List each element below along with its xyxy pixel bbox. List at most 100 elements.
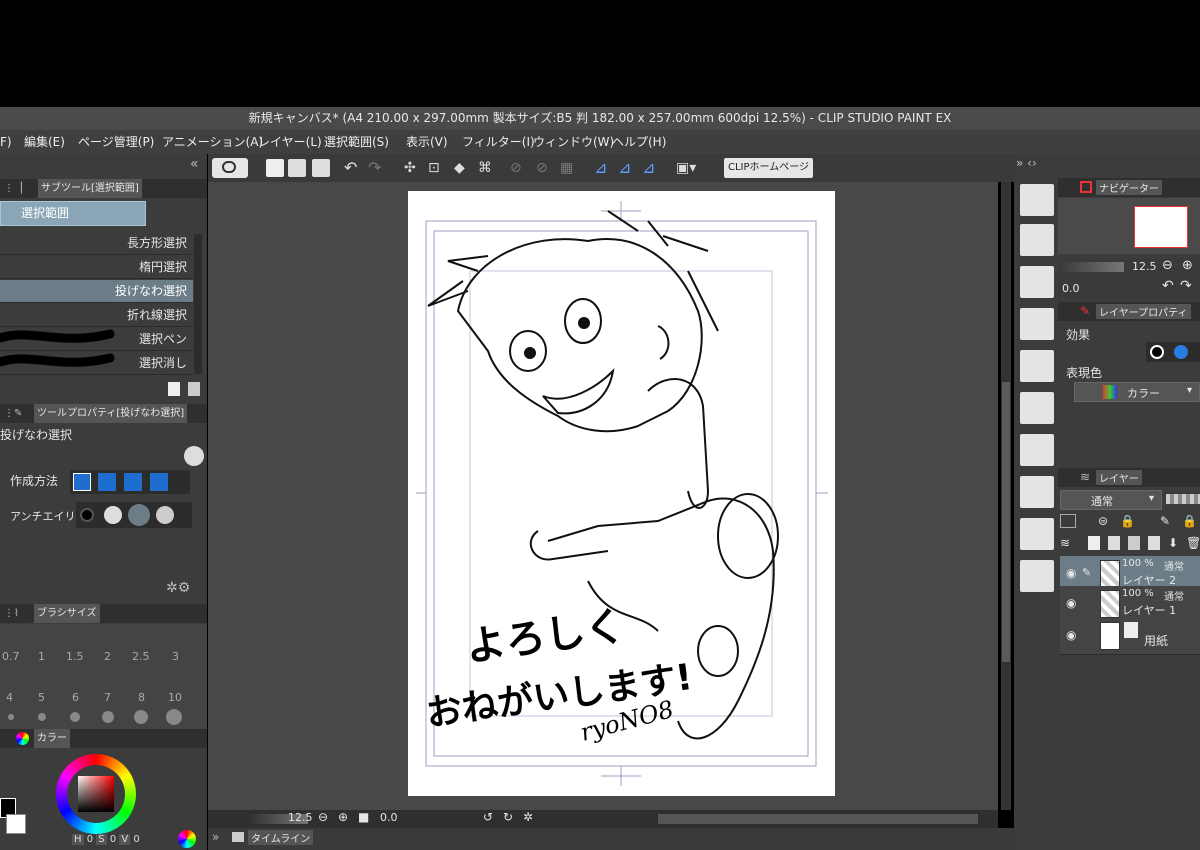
screentone-material-icon[interactable] [1020, 308, 1054, 340]
delete-layer-icon[interactable]: 🗑 [1186, 536, 1200, 550]
rotation-value[interactable]: 0.0 [380, 811, 398, 824]
snap-grid-icon[interactable]: ⊿ [642, 159, 660, 177]
menu-help[interactable]: ヘルプ(H) [612, 130, 666, 154]
material-icon[interactable] [1020, 184, 1054, 216]
antialias-strong-icon[interactable] [156, 506, 174, 524]
lock-layer-icon[interactable]: 🔒 [1182, 514, 1197, 528]
fill-icon[interactable]: ◆ [454, 159, 472, 177]
image-material-icon[interactable] [1020, 224, 1054, 256]
sub-color-swatch[interactable] [6, 814, 26, 834]
new-selection-icon[interactable] [73, 473, 91, 491]
menu-page[interactable]: ページ管理(P) [78, 130, 154, 154]
brush-size-1[interactable]: 1 [38, 650, 45, 663]
antialias-medium-icon[interactable] [128, 504, 150, 526]
lock-transparency-icon[interactable]: 🔒 [1120, 514, 1135, 528]
clear-outside-icon[interactable]: ⊡ [428, 159, 446, 177]
navigator-zoom-out-icon[interactable]: ⊖ [1162, 258, 1173, 273]
subtool-ellipse-select[interactable]: 楕円選択 [0, 256, 193, 279]
blend-mode-select[interactable]: 通常 ▾ [1060, 490, 1162, 510]
pattern-material-icon[interactable] [1020, 266, 1054, 298]
visibility-eye-icon[interactable]: ◉ [1066, 596, 1076, 610]
intersect-selection-icon[interactable] [150, 473, 168, 491]
clip-layer-icon[interactable]: ⊜ [1098, 514, 1108, 528]
new-raster-layer-icon[interactable] [1088, 536, 1100, 550]
layer-row-paper[interactable]: ◉ 用紙 [1060, 618, 1200, 655]
subtool-lasso-select[interactable]: 投げなわ選択 [0, 280, 193, 303]
brush-size-3[interactable]: 3 [172, 650, 179, 663]
transform-icon[interactable]: ⌘ [478, 159, 496, 177]
new-vector-layer-icon[interactable] [1108, 536, 1120, 550]
layer-property-title[interactable]: レイヤープロパティ [1096, 304, 1191, 319]
subtract-selection-icon[interactable] [124, 473, 142, 491]
brush-size-4[interactable]: 4 [6, 691, 13, 704]
brush-size-title[interactable]: ブラシサイズ [34, 604, 100, 623]
visibility-eye-icon[interactable]: ◉ [1066, 566, 1076, 580]
clip-studio-icon[interactable] [212, 158, 248, 178]
menu-window[interactable]: ウィンドウ(W) [533, 130, 614, 154]
new-file-icon[interactable] [266, 159, 284, 177]
layer-name[interactable]: 用紙 [1144, 632, 1168, 649]
brush-size-5[interactable]: 5 [38, 691, 45, 704]
menu-selection[interactable]: 選択範囲(S) [324, 130, 389, 154]
brush-size-6[interactable]: 6 [72, 691, 79, 704]
navigator-rotate-right-icon[interactable]: ↷ [1180, 278, 1192, 294]
brush-size-0.7[interactable]: 0.7 [2, 650, 20, 663]
undo-icon[interactable]: ↶ [344, 159, 362, 177]
subtool-group-selection[interactable]: 選択範囲 [0, 201, 146, 226]
menu-view[interactable]: 表示(V) [406, 130, 448, 154]
horizontal-scrollbar[interactable] [658, 814, 978, 824]
brush-size-7[interactable]: 7 [104, 691, 111, 704]
open-file-icon[interactable] [288, 159, 306, 177]
navigator-zoom-slider[interactable] [1060, 262, 1124, 272]
rotate-left-icon[interactable]: ↺ [483, 810, 493, 824]
opacity-slider[interactable] [1166, 494, 1200, 504]
zoom-value[interactable]: 12.5 [288, 811, 313, 824]
invert-selection-icon[interactable]: ⊘ [536, 159, 554, 177]
tool-property-title[interactable]: ツールプロパティ[投げなわ選択] [34, 404, 188, 423]
effect-buttons[interactable] [1146, 342, 1200, 362]
antialias-buttons[interactable] [76, 502, 192, 528]
canvas-paper[interactable]: よろしく おねがいします! ryoNO8 [408, 191, 835, 796]
brush-size-1.5[interactable]: 1.5 [66, 650, 84, 663]
brush-size-8[interactable]: 8 [138, 691, 145, 704]
menu-layer[interactable]: レイヤー(L) [258, 130, 322, 154]
navigator-zoom-in-icon[interactable]: ⊕ [1182, 258, 1193, 273]
fit-icon[interactable]: ■ [358, 810, 369, 824]
pose-material-icon[interactable] [1020, 560, 1054, 592]
subtool-panel-title[interactable]: サブツール[選択範囲] [38, 179, 142, 198]
color-effect-icon[interactable] [1174, 345, 1188, 359]
new-folder-icon[interactable] [1128, 536, 1140, 550]
background-material-icon[interactable] [1020, 434, 1054, 466]
show-selection-icon[interactable]: ▦ [560, 159, 578, 177]
clip-homepage-button[interactable]: CLIPホームページ [724, 158, 814, 178]
color-mode-icon[interactable] [178, 830, 196, 848]
3d-material-icon[interactable] [1020, 518, 1054, 550]
navigator-zoom[interactable]: 12.5 [1132, 260, 1157, 273]
expression-color-select[interactable]: カラー ▾ [1074, 382, 1200, 402]
menu-file[interactable]: F) [0, 130, 12, 154]
navigator-title[interactable]: ナビゲーター [1096, 180, 1162, 195]
save-icon[interactable] [312, 159, 330, 177]
menu-filter[interactable]: フィルター(I) [462, 130, 535, 154]
transfer-down-icon[interactable]: ⬇ [1168, 536, 1178, 550]
clear-icon[interactable]: ✣ [404, 159, 422, 177]
navigator-rotate-left-icon[interactable]: ↶ [1162, 278, 1174, 294]
manga-material-icon[interactable] [1020, 350, 1054, 382]
collapse-left-icon[interactable]: « [190, 156, 199, 172]
brush-size-grid[interactable]: 0.7 1 1.5 2 2.5 3 4 5 6 7 8 10 [0, 624, 207, 729]
brush-size-2.5[interactable]: 2.5 [132, 650, 150, 663]
antialias-weak-icon[interactable] [104, 506, 122, 524]
wrench-icon[interactable] [184, 446, 204, 466]
redo-icon[interactable]: ↷ [368, 159, 386, 177]
subtool-rect-select[interactable]: 長方形選択 [0, 232, 193, 255]
merge-down-icon[interactable] [1148, 536, 1160, 550]
brush-material-icon[interactable] [1020, 476, 1054, 508]
layer-panel-title[interactable]: レイヤー [1096, 470, 1142, 485]
brush-size-2[interactable]: 2 [104, 650, 111, 663]
timeline-label[interactable]: タイムライン [248, 830, 314, 845]
border-effect-icon[interactable] [1150, 345, 1164, 359]
layer-name[interactable]: レイヤー 1 [1122, 602, 1176, 618]
tool-settings-icon[interactable]: ✲⚙ [166, 580, 202, 598]
deselect-icon[interactable]: ⊘ [510, 159, 528, 177]
color-wheel[interactable] [56, 754, 136, 834]
